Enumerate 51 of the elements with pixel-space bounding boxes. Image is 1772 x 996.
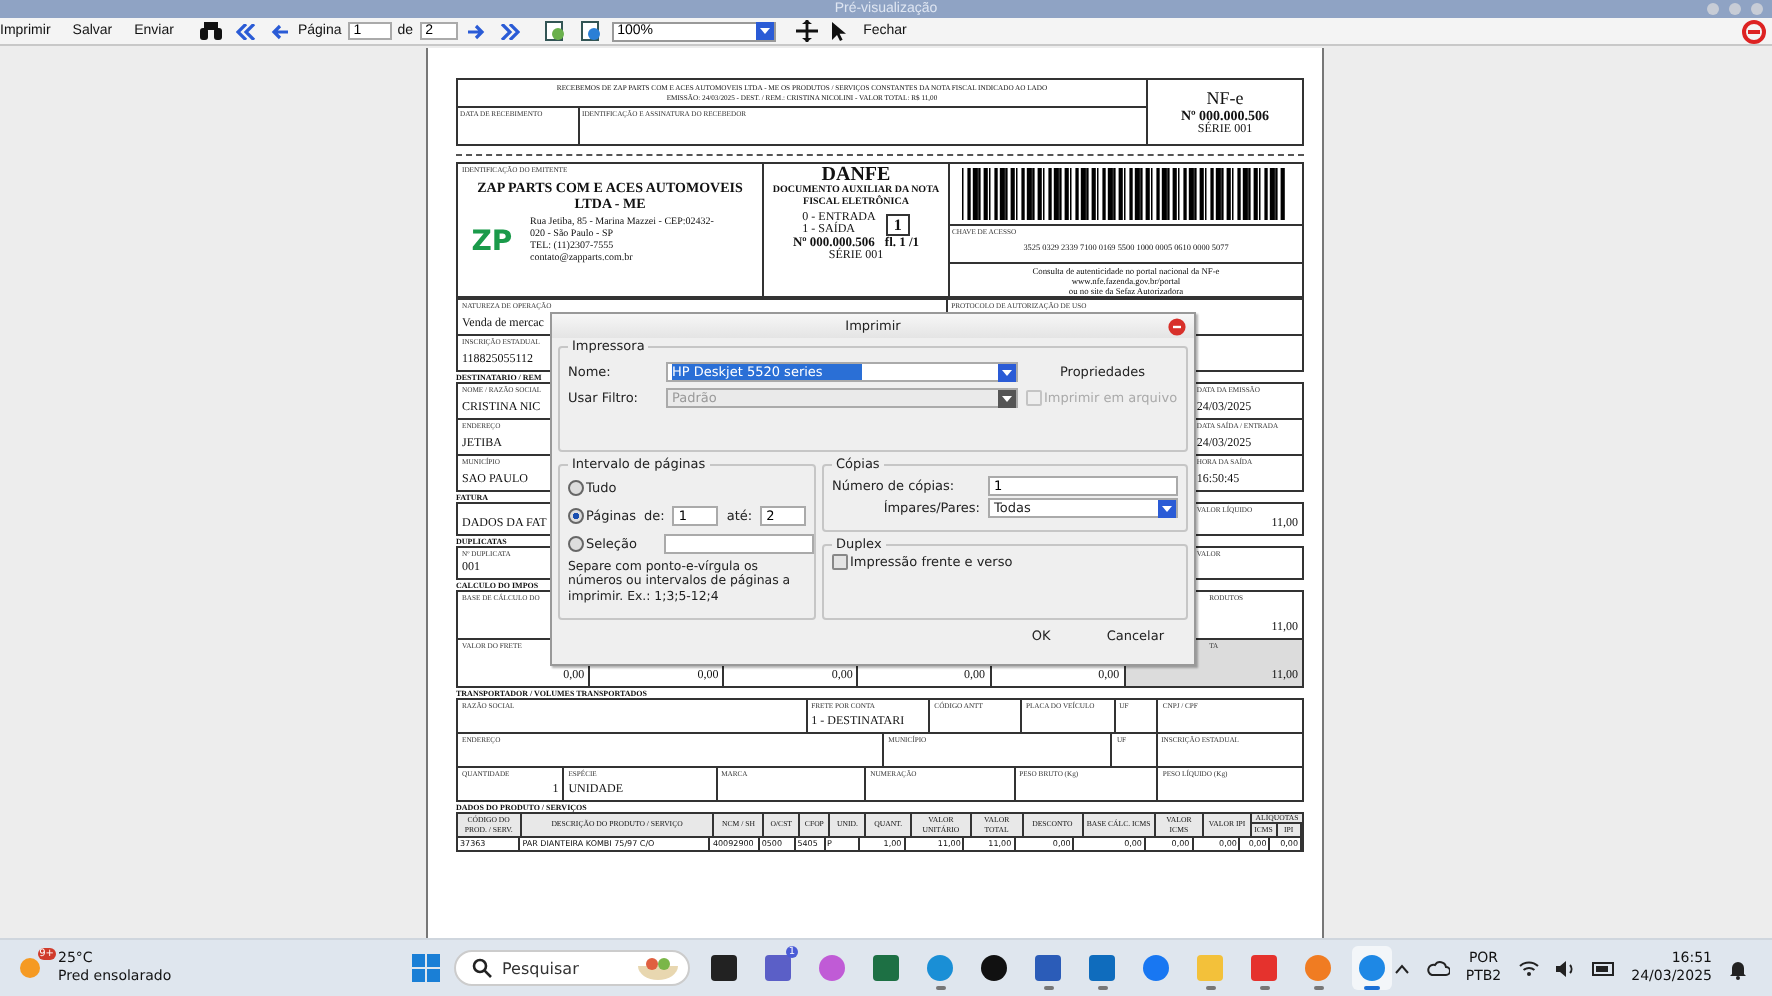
app-icon bbox=[1196, 954, 1224, 982]
running-indicator bbox=[1364, 986, 1380, 990]
start-icon[interactable] bbox=[412, 954, 440, 982]
wifi-icon[interactable] bbox=[1517, 960, 1540, 976]
running-indicator bbox=[1043, 986, 1053, 990]
app-icon bbox=[1088, 954, 1116, 982]
notification-bell-icon[interactable] bbox=[1728, 957, 1748, 979]
next-page-icon[interactable] bbox=[467, 23, 486, 39]
weather-icon[interactable] bbox=[16, 954, 44, 982]
app-icon bbox=[1304, 954, 1332, 982]
app-icon bbox=[764, 954, 792, 982]
running-indicator bbox=[935, 986, 945, 990]
app-icon bbox=[1034, 954, 1062, 982]
running-indicator bbox=[1259, 986, 1269, 990]
app-icon bbox=[1358, 954, 1386, 982]
cloud-icon[interactable] bbox=[1425, 960, 1450, 976]
battery-icon[interactable] bbox=[1591, 961, 1616, 975]
previous-page-icon[interactable] bbox=[269, 23, 288, 39]
first-page-icon[interactable] bbox=[235, 23, 256, 39]
app-icon bbox=[926, 954, 954, 982]
dropdown-caret-icon bbox=[1158, 499, 1176, 517]
chevron-up-icon[interactable] bbox=[1393, 963, 1410, 973]
close-icon[interactable] bbox=[1168, 317, 1186, 335]
running-indicator bbox=[1313, 986, 1323, 990]
selection-input[interactable] bbox=[664, 534, 815, 554]
company-logo: ZP bbox=[469, 226, 515, 258]
running-indicator bbox=[1205, 986, 1215, 990]
app-icon bbox=[710, 954, 738, 982]
dropdown-caret-icon bbox=[998, 363, 1016, 381]
taskbar-search-field[interactable]: Pesquisar bbox=[454, 950, 690, 986]
nfe-title: NF-e bbox=[1206, 88, 1244, 108]
app-icon bbox=[818, 954, 846, 982]
app-icon bbox=[980, 954, 1008, 982]
running-indicator bbox=[1097, 986, 1107, 990]
app-icon bbox=[1250, 954, 1278, 982]
operation-type-box: 1 bbox=[885, 213, 910, 235]
danfe-title: DANFE bbox=[821, 164, 891, 186]
move-icon[interactable] bbox=[795, 20, 818, 42]
radio-button[interactable] bbox=[568, 508, 584, 524]
dropdown-caret-icon bbox=[998, 389, 1016, 407]
radio-button[interactable] bbox=[568, 480, 584, 496]
binoculars-icon[interactable] bbox=[199, 22, 222, 40]
cursor-icon[interactable] bbox=[831, 21, 846, 41]
app-icon bbox=[1142, 954, 1170, 982]
search-icon bbox=[472, 958, 492, 978]
speaker-icon[interactable] bbox=[1555, 959, 1576, 977]
bowl-icon bbox=[636, 956, 680, 980]
app-icon bbox=[872, 954, 900, 982]
checkbox[interactable] bbox=[832, 554, 848, 570]
last-page-icon[interactable] bbox=[499, 23, 520, 39]
radio-button[interactable] bbox=[568, 536, 584, 552]
